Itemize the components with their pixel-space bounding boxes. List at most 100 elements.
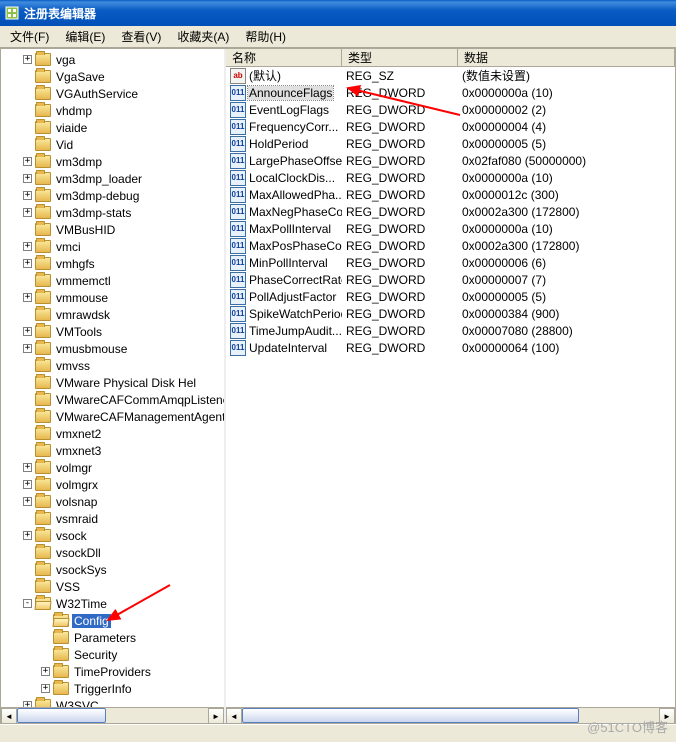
folder-icon (35, 325, 51, 338)
tree-node[interactable]: +vga (9, 51, 224, 68)
scroll-track[interactable] (106, 708, 208, 723)
registry-value-row[interactable]: 011LocalClockDis...REG_DWORD0x0000000a (… (226, 169, 675, 186)
expand-icon[interactable]: + (23, 327, 32, 336)
expand-icon[interactable]: + (23, 174, 32, 183)
tree-node[interactable]: vmxnet2 (9, 425, 224, 442)
expand-icon[interactable]: + (23, 463, 32, 472)
folder-icon (53, 665, 69, 678)
tree-node[interactable]: +vmhgfs (9, 255, 224, 272)
registry-value-row[interactable]: 011MinPollIntervalREG_DWORD0x00000006 (6… (226, 254, 675, 271)
tree-node[interactable]: VMBusHID (9, 221, 224, 238)
expand-icon[interactable]: + (23, 259, 32, 268)
tree-node[interactable]: vmvss (9, 357, 224, 374)
tree-node[interactable]: vhdmp (9, 102, 224, 119)
expand-icon[interactable]: + (23, 55, 32, 64)
tree-node[interactable]: Parameters (9, 629, 224, 646)
scroll-left-icon[interactable]: ◄ (1, 708, 17, 723)
cell-data: 0x00000005 (5) (458, 137, 675, 151)
registry-value-row[interactable]: 011HoldPeriodREG_DWORD0x00000005 (5) (226, 135, 675, 152)
tree-node[interactable]: VSS (9, 578, 224, 595)
list-body[interactable]: ab(默认)REG_SZ(数值未设置)011AnnounceFlagsREG_D… (226, 67, 675, 707)
titlebar[interactable]: 注册表编辑器 (0, 0, 676, 26)
tree-node[interactable]: +volmgr (9, 459, 224, 476)
tree-node[interactable]: VMwareCAFCommAmqpListene (9, 391, 224, 408)
node-label: vmci (54, 240, 83, 254)
node-label: vm3dmp-stats (54, 206, 133, 220)
tree-node[interactable]: +vsock (9, 527, 224, 544)
expand-icon[interactable]: + (23, 157, 32, 166)
tree-node[interactable]: VGAuthService (9, 85, 224, 102)
tree-node[interactable]: +TimeProviders (9, 663, 224, 680)
tree-hscroll[interactable]: ◄ ► (1, 707, 224, 723)
tree-node[interactable]: vsmraid (9, 510, 224, 527)
cell-data: 0x00007080 (28800) (458, 324, 675, 338)
tree-node[interactable]: +vm3dmp (9, 153, 224, 170)
menu-favorites[interactable]: 收藏夹(A) (169, 26, 237, 47)
node-label: VgaSave (54, 70, 107, 84)
registry-value-row[interactable]: 011MaxPosPhaseCo...REG_DWORD0x0002a300 (… (226, 237, 675, 254)
tree-node[interactable]: VMwareCAFManagementAgent (9, 408, 224, 425)
tree-node[interactable]: vsockDll (9, 544, 224, 561)
binary-value-icon: 011 (230, 170, 246, 186)
expand-icon[interactable]: + (23, 531, 32, 540)
collapse-icon[interactable]: - (23, 599, 32, 608)
tree-node[interactable]: +VMTools (9, 323, 224, 340)
registry-value-row[interactable]: 011MaxAllowedPha...REG_DWORD0x0000012c (… (226, 186, 675, 203)
tree-node[interactable]: +vm3dmp-debug (9, 187, 224, 204)
tree-node[interactable]: vsockSys (9, 561, 224, 578)
registry-value-row[interactable]: 011MaxNegPhaseCo...REG_DWORD0x0002a300 (… (226, 203, 675, 220)
expand-icon[interactable]: + (23, 480, 32, 489)
tree-node[interactable]: +vmmouse (9, 289, 224, 306)
tree-node[interactable]: vmmemctl (9, 272, 224, 289)
tree-node[interactable]: + vmci (9, 238, 224, 255)
col-header-name[interactable]: 名称 (226, 49, 342, 66)
tree-node[interactable]: -W32Time (9, 595, 224, 612)
binary-value-icon: 011 (230, 136, 246, 152)
registry-value-row[interactable]: 011EventLogFlagsREG_DWORD0x00000002 (2) (226, 101, 675, 118)
registry-value-row[interactable]: 011TimeJumpAudit...REG_DWORD0x00007080 (… (226, 322, 675, 339)
expand-icon[interactable]: + (23, 497, 32, 506)
col-header-type[interactable]: 类型 (342, 49, 458, 66)
tree-node[interactable]: VgaSave (9, 68, 224, 85)
registry-value-row[interactable]: 011PhaseCorrectRateREG_DWORD0x00000007 (… (226, 271, 675, 288)
registry-value-row[interactable]: 011UpdateIntervalREG_DWORD0x00000064 (10… (226, 339, 675, 356)
tree-node[interactable]: viaide (9, 119, 224, 136)
scroll-right-icon[interactable]: ► (208, 708, 224, 723)
expand-icon[interactable]: + (23, 242, 32, 251)
tree-node[interactable]: Vid (9, 136, 224, 153)
registry-value-row[interactable]: 011SpikeWatchPeriodREG_DWORD0x00000384 (… (226, 305, 675, 322)
tree-node[interactable]: vmrawdsk (9, 306, 224, 323)
menu-file[interactable]: 文件(F) (2, 26, 57, 47)
menu-help[interactable]: 帮助(H) (237, 26, 294, 47)
tree-node[interactable]: + vm3dmp-stats (9, 204, 224, 221)
tree-node[interactable]: +TriggerInfo (9, 680, 224, 697)
tree-node[interactable]: +vm3dmp_loader (9, 170, 224, 187)
tree-node[interactable]: VMware Physical Disk Hel (9, 374, 224, 391)
registry-value-row[interactable]: 011LargePhaseOffsetREG_DWORD0x02faf080 (… (226, 152, 675, 169)
tree-node[interactable]: Security (9, 646, 224, 663)
registry-value-row[interactable]: 011FrequencyCorr...REG_DWORD0x00000004 (… (226, 118, 675, 135)
registry-value-row[interactable]: 011PollAdjustFactorREG_DWORD0x00000005 (… (226, 288, 675, 305)
tree-node[interactable]: +vmusbmouse (9, 340, 224, 357)
expand-icon[interactable]: + (23, 191, 32, 200)
expand-icon[interactable]: + (23, 344, 32, 353)
tree-node[interactable]: Config (9, 612, 224, 629)
tree-node[interactable]: +volmgrx (9, 476, 224, 493)
tree-node[interactable]: +volsnap (9, 493, 224, 510)
cell-data: 0x0000012c (300) (458, 188, 675, 202)
expand-icon[interactable]: + (23, 293, 32, 302)
tree-node[interactable]: vmxnet3 (9, 442, 224, 459)
scroll-thumb[interactable] (17, 708, 106, 723)
registry-value-row[interactable]: ab(默认)REG_SZ(数值未设置) (226, 67, 675, 84)
menu-view[interactable]: 查看(V) (113, 26, 169, 47)
menu-edit[interactable]: 编辑(E) (57, 26, 113, 47)
tree[interactable]: +vgaVgaSaveVGAuthServicevhdmpviaideVid+v… (1, 49, 224, 723)
scroll-left-icon[interactable]: ◄ (226, 708, 242, 724)
col-header-data[interactable]: 数据 (458, 49, 675, 66)
registry-value-row[interactable]: 011MaxPollIntervalREG_DWORD0x0000000a (1… (226, 220, 675, 237)
expand-icon[interactable]: + (41, 684, 50, 693)
expand-icon[interactable]: + (23, 208, 32, 217)
expand-icon[interactable]: + (41, 667, 50, 676)
registry-value-row[interactable]: 011AnnounceFlagsREG_DWORD0x0000000a (10) (226, 84, 675, 101)
scroll-thumb[interactable] (242, 708, 579, 723)
